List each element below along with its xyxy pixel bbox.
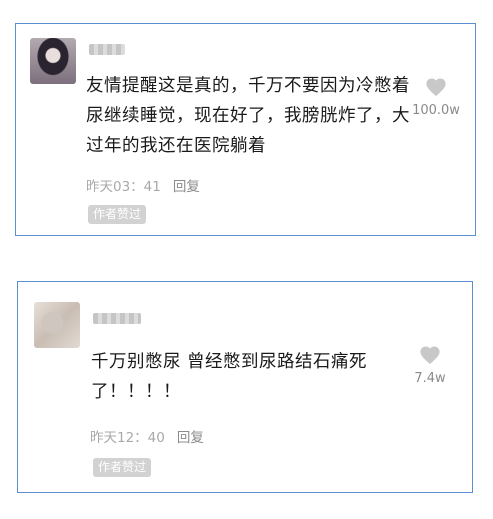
like-control[interactable]: 100.0w <box>404 77 468 118</box>
avatar[interactable] <box>30 38 76 84</box>
author-liked-badge: 作者赞过 <box>93 458 152 477</box>
comment-card: 千万别憋尿 曾经憋到尿路结石痛死了！！！！ 昨天12：40 回复 作者赞过 7.4… <box>17 281 473 493</box>
heart-icon[interactable] <box>425 77 447 97</box>
comment-time: 昨天12：40 <box>90 430 165 446</box>
username-blurred[interactable] <box>93 313 141 324</box>
comment-card: 友情提醒这是真的，千万不要因为冷憋着尿继续睡觉，现在好了，我膀胱炸了，大过年的我… <box>15 23 476 236</box>
author-liked-badge: 作者赞过 <box>88 205 147 224</box>
reply-button[interactable]: 回复 <box>173 179 200 195</box>
like-control[interactable]: 7.4w <box>402 345 458 386</box>
comment-text: 友情提醒这是真的，千万不要因为冷憋着尿继续睡觉，现在好了，我膀胱炸了，大过年的我… <box>86 76 410 156</box>
like-count: 100.0w <box>412 103 460 118</box>
comment-text: 千万别憋尿 曾经憋到尿路结石痛死了！！！！ <box>91 352 368 402</box>
like-count: 7.4w <box>414 371 446 386</box>
avatar[interactable] <box>34 302 80 348</box>
username-blurred[interactable] <box>89 44 125 55</box>
heart-icon[interactable] <box>419 345 441 365</box>
comment-meta: 昨天12：40 回复 <box>90 426 204 446</box>
comment-time: 昨天03：41 <box>86 179 161 195</box>
reply-button[interactable]: 回复 <box>177 430 204 446</box>
comment-meta: 昨天03：41 回复 <box>86 175 200 195</box>
